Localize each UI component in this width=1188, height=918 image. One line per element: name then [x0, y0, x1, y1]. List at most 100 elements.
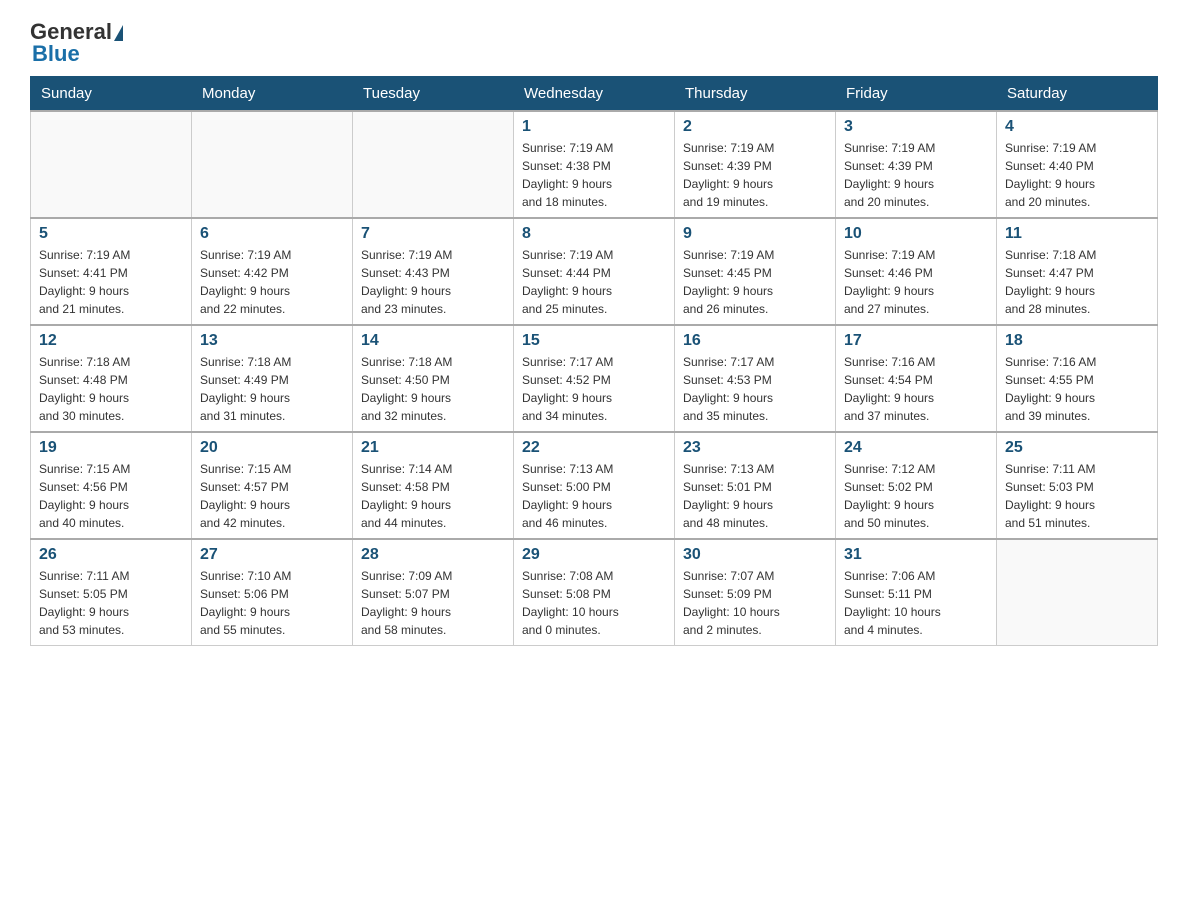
day-info: Sunrise: 7:11 AMSunset: 5:03 PMDaylight:…: [1005, 460, 1149, 532]
day-info: Sunrise: 7:13 AMSunset: 5:00 PMDaylight:…: [522, 460, 666, 532]
day-number: 26: [39, 546, 183, 564]
calendar-cell: 15Sunrise: 7:17 AMSunset: 4:52 PMDayligh…: [514, 325, 675, 432]
calendar-header-monday: Monday: [192, 77, 353, 112]
calendar-cell: 10Sunrise: 7:19 AMSunset: 4:46 PMDayligh…: [836, 218, 997, 325]
day-info: Sunrise: 7:19 AMSunset: 4:41 PMDaylight:…: [39, 246, 183, 318]
calendar-cell: 9 Sunrise: 7:19 AMSunset: 4:45 PMDaylight…: [675, 218, 836, 325]
calendar-cell: 23 Sunrise: 7:13 AMSunset: 5:01 PMDayligh…: [675, 432, 836, 539]
calendar-cell: 24Sunrise: 7:12 AMSunset: 5:02 PMDayligh…: [836, 432, 997, 539]
calendar-cell: 6Sunrise: 7:19 AMSunset: 4:42 PMDaylight…: [192, 218, 353, 325]
day-info: Sunrise: 7:16 AMSunset: 4:54 PMDaylight:…: [844, 353, 988, 425]
calendar-header-wednesday: Wednesday: [514, 77, 675, 112]
day-info: Sunrise: 7:07 AMSunset: 5:09 PMDaylight:…: [683, 567, 827, 639]
calendar-cell: 26 Sunrise: 7:11 AMSunset: 5:05 PMDayligh…: [31, 539, 192, 646]
day-info: Sunrise: 7:09 AMSunset: 5:07 PMDaylight:…: [361, 567, 505, 639]
day-number: 29: [522, 546, 666, 564]
day-number: 14: [361, 332, 505, 350]
calendar-week-1: 1 Sunrise: 7:19 AMSunset: 4:38 PMDaylight…: [31, 111, 1158, 218]
day-info: Sunrise: 7:06 AMSunset: 5:11 PMDaylight:…: [844, 567, 988, 639]
calendar-cell: [192, 111, 353, 218]
calendar-header-thursday: Thursday: [675, 77, 836, 112]
day-number: 1: [522, 118, 666, 136]
calendar-cell: 20 Sunrise: 7:15 AMSunset: 4:57 PMDayligh…: [192, 432, 353, 539]
calendar-cell: 3Sunrise: 7:19 AMSunset: 4:39 PMDaylight…: [836, 111, 997, 218]
calendar-cell: 7Sunrise: 7:19 AMSunset: 4:43 PMDaylight…: [353, 218, 514, 325]
day-number: 21: [361, 439, 505, 457]
calendar-cell: 5 Sunrise: 7:19 AMSunset: 4:41 PMDaylight…: [31, 218, 192, 325]
day-info: Sunrise: 7:18 AMSunset: 4:48 PMDaylight:…: [39, 353, 183, 425]
calendar-week-3: 12 Sunrise: 7:18 AMSunset: 4:48 PMDayligh…: [31, 325, 1158, 432]
calendar-cell: [997, 539, 1158, 646]
calendar-cell: 29 Sunrise: 7:08 AMSunset: 5:08 PMDayligh…: [514, 539, 675, 646]
day-info: Sunrise: 7:17 AMSunset: 4:53 PMDaylight:…: [683, 353, 827, 425]
calendar-cell: [31, 111, 192, 218]
day-info: Sunrise: 7:19 AMSunset: 4:45 PMDaylight:…: [683, 246, 827, 318]
day-info: Sunrise: 7:18 AMSunset: 4:49 PMDaylight:…: [200, 353, 344, 425]
day-number: 23: [683, 439, 827, 457]
day-info: Sunrise: 7:15 AMSunset: 4:56 PMDaylight:…: [39, 460, 183, 532]
day-number: 31: [844, 546, 988, 564]
calendar-cell: 12 Sunrise: 7:18 AMSunset: 4:48 PMDayligh…: [31, 325, 192, 432]
day-number: 20: [200, 439, 344, 457]
calendar-cell: 17 Sunrise: 7:16 AMSunset: 4:54 PMDayligh…: [836, 325, 997, 432]
day-number: 8: [522, 225, 666, 243]
calendar-cell: 22 Sunrise: 7:13 AMSunset: 5:00 PMDayligh…: [514, 432, 675, 539]
day-info: Sunrise: 7:16 AMSunset: 4:55 PMDaylight:…: [1005, 353, 1149, 425]
day-number: 18: [1005, 332, 1149, 350]
calendar-header-friday: Friday: [836, 77, 997, 112]
day-info: Sunrise: 7:13 AMSunset: 5:01 PMDaylight:…: [683, 460, 827, 532]
day-number: 16: [683, 332, 827, 350]
day-info: Sunrise: 7:19 AMSunset: 4:40 PMDaylight:…: [1005, 139, 1149, 211]
day-info: Sunrise: 7:19 AMSunset: 4:46 PMDaylight:…: [844, 246, 988, 318]
header: General Blue: [30, 20, 1158, 66]
calendar-cell: 30 Sunrise: 7:07 AMSunset: 5:09 PMDayligh…: [675, 539, 836, 646]
calendar: SundayMondayTuesdayWednesdayThursdayFrid…: [30, 76, 1158, 646]
day-number: 27: [200, 546, 344, 564]
calendar-header-saturday: Saturday: [997, 77, 1158, 112]
calendar-week-2: 5 Sunrise: 7:19 AMSunset: 4:41 PMDaylight…: [31, 218, 1158, 325]
calendar-cell: [353, 111, 514, 218]
day-info: Sunrise: 7:15 AMSunset: 4:57 PMDaylight:…: [200, 460, 344, 532]
day-number: 11: [1005, 225, 1149, 243]
day-number: 9: [683, 225, 827, 243]
logo: General Blue: [30, 20, 123, 66]
day-info: Sunrise: 7:19 AMSunset: 4:42 PMDaylight:…: [200, 246, 344, 318]
day-number: 13: [200, 332, 344, 350]
day-number: 25: [1005, 439, 1149, 457]
day-number: 3: [844, 118, 988, 136]
day-number: 5: [39, 225, 183, 243]
calendar-body: 1 Sunrise: 7:19 AMSunset: 4:38 PMDaylight…: [31, 111, 1158, 646]
day-info: Sunrise: 7:18 AMSunset: 4:47 PMDaylight:…: [1005, 246, 1149, 318]
day-number: 2: [683, 118, 827, 136]
calendar-cell: 1 Sunrise: 7:19 AMSunset: 4:38 PMDaylight…: [514, 111, 675, 218]
logo-blue-text: Blue: [32, 41, 80, 66]
day-number: 17: [844, 332, 988, 350]
calendar-cell: 25 Sunrise: 7:11 AMSunset: 5:03 PMDayligh…: [997, 432, 1158, 539]
calendar-cell: 13 Sunrise: 7:18 AMSunset: 4:49 PMDayligh…: [192, 325, 353, 432]
calendar-header-sunday: Sunday: [31, 77, 192, 112]
day-info: Sunrise: 7:19 AMSunset: 4:44 PMDaylight:…: [522, 246, 666, 318]
calendar-cell: 14Sunrise: 7:18 AMSunset: 4:50 PMDayligh…: [353, 325, 514, 432]
calendar-cell: 21 Sunrise: 7:14 AMSunset: 4:58 PMDayligh…: [353, 432, 514, 539]
day-info: Sunrise: 7:11 AMSunset: 5:05 PMDaylight:…: [39, 567, 183, 639]
day-number: 24: [844, 439, 988, 457]
day-info: Sunrise: 7:14 AMSunset: 4:58 PMDaylight:…: [361, 460, 505, 532]
day-info: Sunrise: 7:19 AMSunset: 4:38 PMDaylight:…: [522, 139, 666, 211]
calendar-week-4: 19 Sunrise: 7:15 AMSunset: 4:56 PMDayligh…: [31, 432, 1158, 539]
calendar-cell: 11 Sunrise: 7:18 AMSunset: 4:47 PMDayligh…: [997, 218, 1158, 325]
day-number: 7: [361, 225, 505, 243]
calendar-cell: 28Sunrise: 7:09 AMSunset: 5:07 PMDayligh…: [353, 539, 514, 646]
calendar-header-row: SundayMondayTuesdayWednesdayThursdayFrid…: [31, 77, 1158, 112]
day-number: 19: [39, 439, 183, 457]
calendar-cell: 18 Sunrise: 7:16 AMSunset: 4:55 PMDayligh…: [997, 325, 1158, 432]
calendar-cell: 8 Sunrise: 7:19 AMSunset: 4:44 PMDaylight…: [514, 218, 675, 325]
calendar-cell: 4Sunrise: 7:19 AMSunset: 4:40 PMDaylight…: [997, 111, 1158, 218]
calendar-week-5: 26 Sunrise: 7:11 AMSunset: 5:05 PMDayligh…: [31, 539, 1158, 646]
day-number: 30: [683, 546, 827, 564]
calendar-cell: 31 Sunrise: 7:06 AMSunset: 5:11 PMDayligh…: [836, 539, 997, 646]
calendar-header-tuesday: Tuesday: [353, 77, 514, 112]
day-number: 12: [39, 332, 183, 350]
day-info: Sunrise: 7:08 AMSunset: 5:08 PMDaylight:…: [522, 567, 666, 639]
day-info: Sunrise: 7:10 AMSunset: 5:06 PMDaylight:…: [200, 567, 344, 639]
day-number: 22: [522, 439, 666, 457]
